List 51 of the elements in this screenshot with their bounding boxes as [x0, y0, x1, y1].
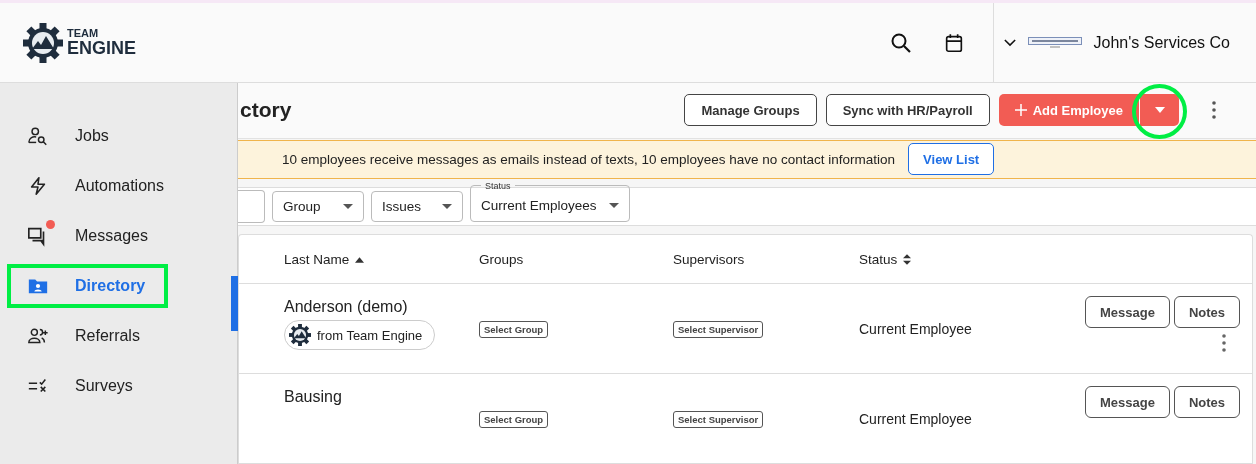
chevron-down-icon[interactable] — [1003, 38, 1016, 47]
search-field[interactable] — [238, 189, 265, 223]
person-search-icon — [27, 125, 49, 147]
caret-icon — [343, 203, 353, 209]
row-action-button[interactable]: Message — [1084, 386, 1170, 418]
last-name: Anderson (demo) — [284, 298, 408, 316]
sidebar-item[interactable]: Surveys — [7, 364, 168, 408]
row-action-button[interactable]: Notes — [1173, 386, 1240, 418]
select-supervisor-button[interactable]: Select Supervisor — [673, 321, 764, 338]
active-indicator — [231, 276, 238, 331]
row-action-button[interactable]: Notes — [1173, 296, 1240, 328]
banner-text: 10 employees receive messages as emails instead of texts, 10 employees have no contact information — [282, 151, 896, 167]
sort-icon — [903, 254, 912, 265]
gear-logo-icon — [289, 324, 311, 346]
logo-text: TEAM — [67, 28, 100, 39]
select-group-button[interactable]: Select Group — [479, 321, 549, 338]
column-header[interactable]: Supervisors — [673, 252, 745, 267]
column-header[interactable]: Status — [859, 252, 912, 267]
caret-icon — [442, 203, 452, 209]
sort-up-icon — [355, 256, 365, 263]
company-name[interactable]: John's Services Co — [1093, 33, 1230, 52]
last-name: Bausing — [284, 388, 342, 406]
status-dropdown[interactable]: Status Current Employees — [470, 180, 630, 222]
more-icon[interactable] — [1212, 101, 1216, 120]
caret-icon — [608, 203, 619, 209]
dropdown-button[interactable] — [1139, 94, 1179, 127]
filter-dropdown[interactable]: Group — [272, 190, 364, 222]
view-list-button[interactable]: View List — [908, 143, 995, 176]
status-text: Current Employee — [859, 320, 972, 337]
page-title: ctory — [240, 98, 292, 123]
company-logo-icon — [1027, 36, 1082, 49]
status-text: Current Employee — [859, 410, 972, 427]
sidebar-item[interactable]: Messages — [7, 214, 168, 258]
sidebar-item[interactable]: Directory — [7, 264, 168, 308]
gear-logo-icon — [23, 22, 63, 63]
column-header[interactable]: Groups — [479, 252, 524, 267]
toolbar-button[interactable]: Sync with HR/Payroll — [825, 94, 990, 127]
sidebar-item[interactable]: Automations — [7, 164, 168, 208]
column-header[interactable]: Last Name — [284, 252, 365, 267]
row-action-button[interactable]: Message — [1084, 296, 1170, 328]
toolbar-button[interactable]: Manage Groups — [684, 94, 817, 127]
select-supervisor-button[interactable]: Select Supervisor — [673, 411, 764, 428]
select-group-button[interactable]: Select Group — [479, 411, 549, 428]
filter-dropdown[interactable]: Issues — [371, 190, 463, 222]
more-icon[interactable] — [1222, 334, 1226, 352]
sidebar-item[interactable]: Jobs — [7, 114, 168, 158]
source-text: from Team Engine — [317, 327, 423, 343]
logo-text: ENGINE — [67, 39, 136, 57]
sidebar-item[interactable]: Referrals — [7, 314, 168, 358]
plus-icon — [1014, 104, 1027, 117]
caret-icon — [1154, 107, 1165, 114]
